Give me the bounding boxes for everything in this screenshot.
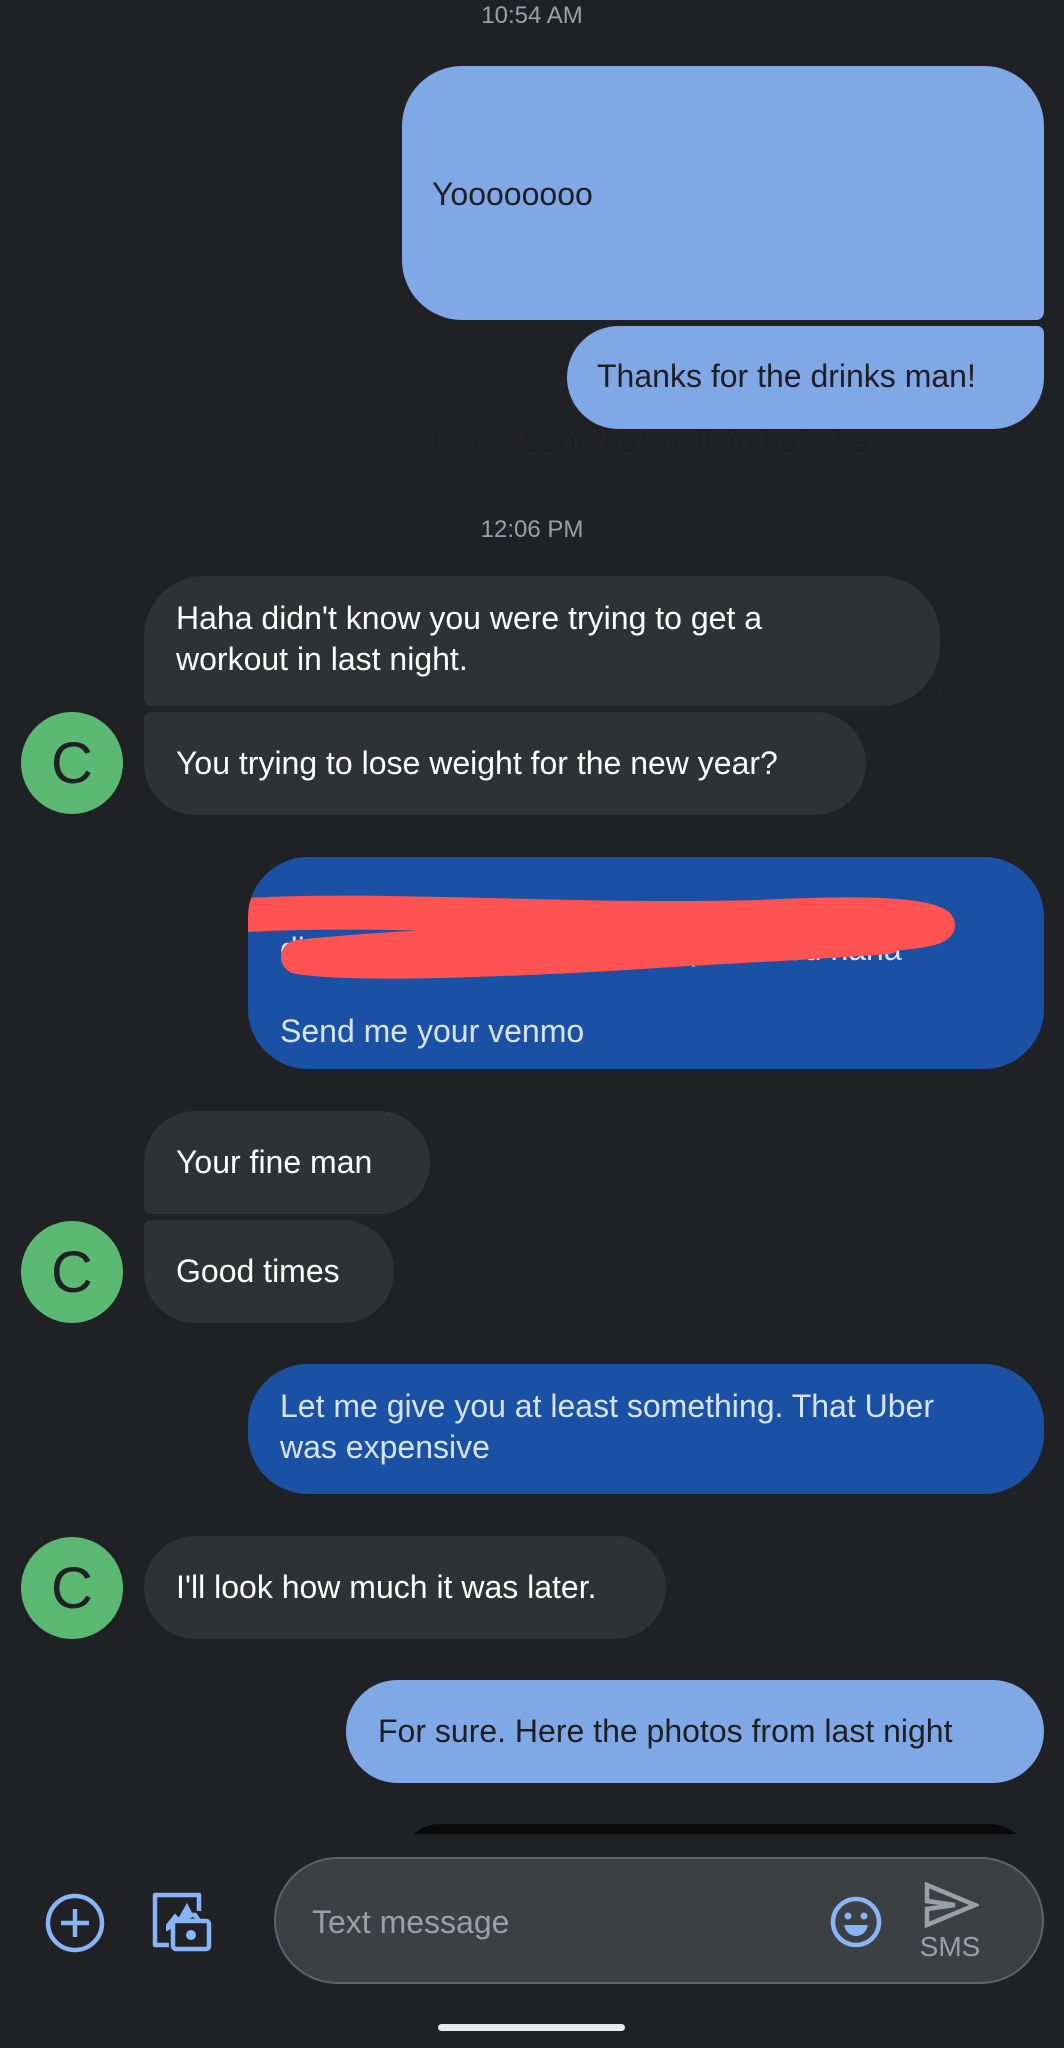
message-input[interactable]	[312, 1897, 812, 1947]
timestamp-middle: 12:06 PM	[480, 516, 584, 543]
message-bubble-incoming[interactable]: Your fine man	[144, 1111, 430, 1214]
emoji-icon	[830, 1896, 882, 1948]
contact-avatar[interactable]: C	[21, 712, 123, 814]
message-bubble-incoming[interactable]: You trying to lose weight for the new ye…	[144, 712, 866, 815]
message-bubble-outgoing[interactable]: Let me give you at least something. That…	[248, 1364, 1044, 1494]
timestamp-top: 10:54 AM	[481, 2, 583, 29]
message-bubble-incoming[interactable]: I'll look how much it was later.	[144, 1536, 666, 1639]
message-line: Send me your venmo	[280, 1013, 585, 1049]
home-indicator[interactable]	[438, 2024, 625, 2031]
send-type-label: SMS	[919, 1930, 981, 1962]
send-sms-button[interactable]: SMS	[900, 1869, 1000, 1974]
contact-avatar[interactable]: C	[21, 1537, 123, 1639]
contact-avatar[interactable]: C	[21, 1221, 123, 1323]
gallery-camera-icon	[152, 1892, 212, 1952]
redaction-scribble	[248, 895, 955, 979]
send-icon	[924, 1881, 979, 1928]
message-bubble-incoming[interactable]: Good times	[144, 1220, 394, 1323]
gallery-camera-button[interactable]	[146, 1888, 216, 1958]
message-bubble-outgoing[interactable]: Thanks for the drinks man!	[567, 326, 1044, 429]
emoji-button[interactable]	[828, 1894, 884, 1950]
add-attachment-button[interactable]	[40, 1888, 110, 1958]
compose-input-box: SMS	[274, 1857, 1044, 1984]
message-bubble-outgoing[interactable]: For sure. Here the photos from last nigh…	[346, 1680, 1044, 1783]
message-bubble-outgoing-redacted[interactable]: di plastered haha Send me your venmo	[248, 857, 1044, 1069]
plus-circle-icon	[45, 1893, 105, 1953]
message-bubble-outgoing[interactable]: Yoooooooo How about that walk in hahaha …	[402, 66, 1044, 706]
message-line: Yoooooooo	[432, 176, 593, 212]
message-bubble-incoming[interactable]: Haha didn't know you were trying to get …	[144, 576, 940, 706]
